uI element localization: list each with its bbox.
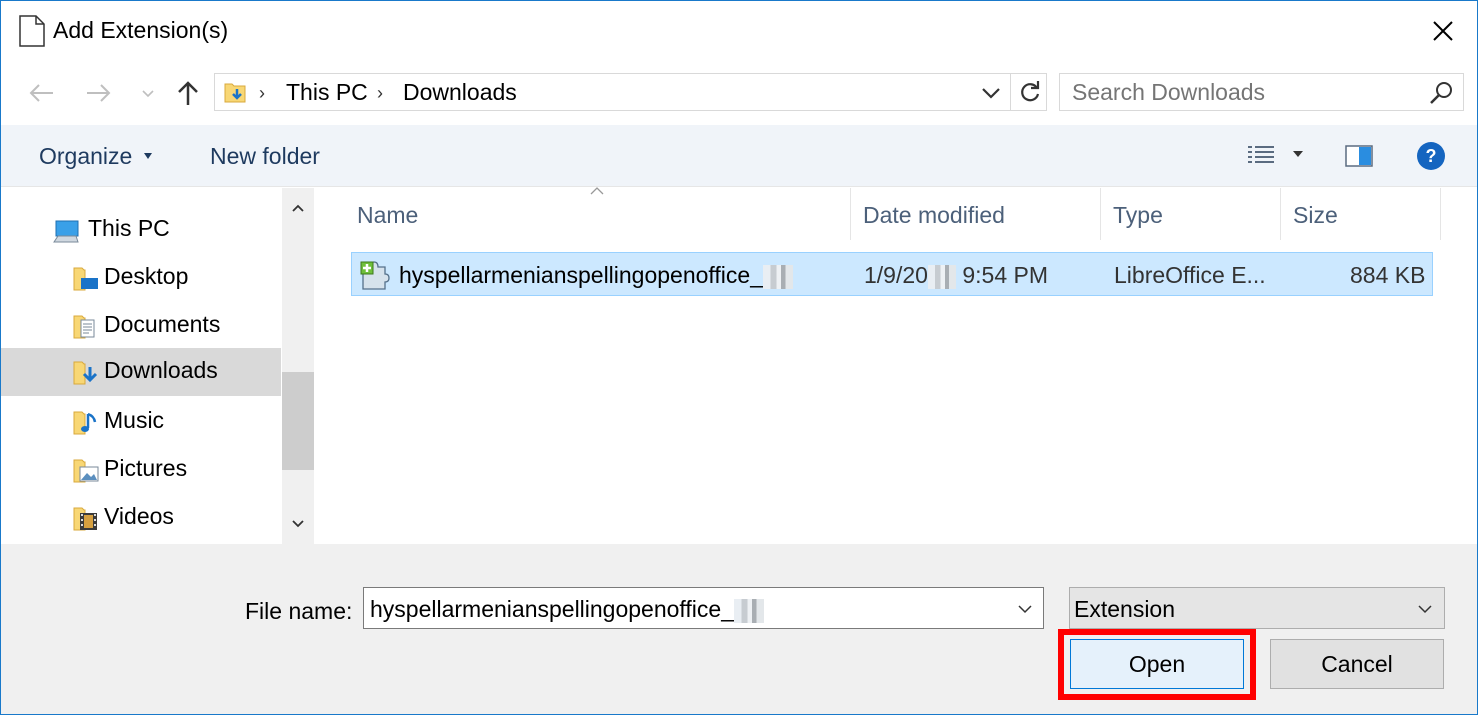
forward-button[interactable] [81, 73, 117, 113]
file-size-cell: 884 KB [1350, 262, 1426, 288]
preview-pane-icon[interactable] [1344, 141, 1374, 171]
new-folder-button[interactable]: New folder [210, 143, 320, 170]
search-box[interactable] [1059, 73, 1464, 111]
dialog-title: Add Extension(s) [53, 17, 229, 43]
navigation-row: › This PC › Downloads [1, 61, 1477, 125]
arrow-left-icon [29, 84, 53, 102]
downloads-folder-icon [224, 83, 246, 103]
videos-folder-icon [73, 507, 97, 531]
redacted-blur [734, 598, 764, 623]
column-header-size[interactable]: Size [1293, 202, 1338, 229]
table-row[interactable]: hyspellarmenianspellingopenoffice_ 1/9/2… [351, 252, 1433, 296]
redacted-blur [927, 264, 956, 289]
file-date-cell: 1/9/20 9:54 PM [864, 262, 1048, 289]
file-type-cell: LibreOffice E... [1114, 262, 1266, 288]
title-bar: Add Extension(s) [1, 1, 1477, 61]
arrow-up-icon [178, 81, 198, 105]
address-divider [1010, 74, 1011, 110]
column-divider [1100, 188, 1101, 240]
pictures-folder-icon [73, 459, 99, 483]
file-name-field[interactable]: hyspellarmenianspellingopenoffice_ [370, 596, 764, 623]
extension-puzzle-icon [360, 261, 390, 290]
file-date-prefix: 1/9/20 [864, 262, 928, 288]
chevron-down-icon [292, 520, 304, 528]
sidebar-item-desktop[interactable]: Desktop [1, 254, 281, 302]
column-header-name[interactable]: Name [357, 202, 418, 229]
breadcrumb-separator-icon: › [377, 83, 383, 103]
search-icon[interactable] [1428, 80, 1454, 106]
column-header-type[interactable]: Type [1113, 202, 1163, 229]
chevron-down-icon [1418, 605, 1432, 614]
help-icon[interactable]: ? [1416, 141, 1446, 171]
command-toolbar: Organize New folder ? [1, 125, 1477, 187]
refresh-button[interactable] [1013, 74, 1047, 110]
sidebar-item-downloads[interactable]: Downloads [1, 348, 281, 396]
breadcrumb-separator-icon: › [259, 83, 265, 103]
file-name-combobox[interactable]: hyspellarmenianspellingopenoffice_ [363, 587, 1044, 629]
column-divider [1440, 188, 1441, 240]
downloads-folder-icon [73, 361, 98, 385]
file-name-cell: hyspellarmenianspellingopenoffice_ [399, 262, 793, 289]
file-list: Name Date modified Type Size hyspellarme… [319, 187, 1477, 544]
computer-icon [53, 220, 79, 243]
sidebar-item-pictures[interactable]: Pictures [1, 446, 281, 494]
sidebar-item-videos[interactable]: Videos [1, 494, 281, 542]
breadcrumb-downloads[interactable]: Downloads [403, 79, 517, 106]
sidebar-item-label: This PC [88, 215, 170, 241]
sidebar-item-label: Music [104, 407, 165, 433]
file-type-value: Extension [1074, 596, 1176, 622]
sidebar-item-label: Desktop [104, 263, 189, 289]
file-name-text: hyspellarmenianspellingopenoffice_ [399, 262, 763, 288]
file-date-time: 9:54 PM [962, 262, 1048, 288]
navigation-pane: This PC Desktop Documents Downloads Musi… [1, 188, 314, 544]
view-details-icon[interactable] [1246, 141, 1276, 171]
search-input[interactable] [1072, 79, 1412, 106]
scroll-thumb[interactable] [282, 372, 314, 470]
column-divider [850, 188, 851, 240]
back-button[interactable] [23, 73, 59, 113]
column-divider [1280, 188, 1281, 240]
address-dropdown-icon[interactable] [979, 82, 1003, 104]
view-options-caret-icon[interactable] [1293, 151, 1303, 159]
sidebar-item-documents[interactable]: Documents [1, 302, 281, 350]
open-button-highlight [1058, 629, 1256, 700]
sidebar-item-label: Pictures [104, 455, 188, 481]
organize-button[interactable]: Organize [39, 143, 132, 170]
sidebar-item-label: Videos [104, 503, 174, 529]
chevron-down-icon [142, 90, 154, 98]
file-name-value: hyspellarmenianspellingopenoffice_ [370, 596, 734, 622]
redacted-blur [763, 264, 793, 289]
refresh-icon [1021, 81, 1040, 102]
desktop-folder-icon [73, 267, 98, 291]
chevron-down-icon[interactable] [1016, 600, 1034, 618]
document-icon [19, 15, 45, 47]
close-button[interactable] [1421, 11, 1465, 51]
recent-locations-button[interactable] [137, 73, 159, 113]
dialog-footer: File name: hyspellarmenianspellingopenof… [1, 544, 1477, 714]
up-button[interactable] [171, 73, 205, 113]
address-bar[interactable]: › This PC › Downloads [214, 73, 1047, 111]
scroll-down-button[interactable] [282, 508, 314, 540]
breadcrumb-this-pc[interactable]: This PC [286, 79, 368, 106]
svg-text:?: ? [1426, 146, 1437, 166]
scroll-up-button[interactable] [282, 192, 314, 224]
add-extension-dialog: Add Extension(s) › This PC › Downloads S… [0, 0, 1478, 715]
cancel-button[interactable]: Cancel [1270, 639, 1444, 689]
music-folder-icon [73, 411, 97, 435]
sidebar-item-label: Documents [104, 311, 221, 337]
sidebar-item-label: Downloads [104, 357, 218, 383]
file-name-label: File name: [245, 598, 353, 624]
sort-ascending-icon [590, 187, 604, 195]
column-header-date-modified[interactable]: Date modified [863, 202, 1005, 229]
file-type-select[interactable]: Extension [1069, 587, 1445, 629]
sidebar-item-music[interactable]: Music [1, 398, 281, 446]
chevron-up-icon [292, 204, 304, 212]
caret-down-icon [144, 153, 152, 159]
documents-folder-icon [73, 315, 95, 339]
sidebar-item-this-pc[interactable]: This PC [1, 206, 281, 254]
arrow-right-icon [87, 84, 111, 102]
navigation-scrollbar[interactable] [282, 188, 314, 544]
close-icon [1433, 21, 1453, 41]
